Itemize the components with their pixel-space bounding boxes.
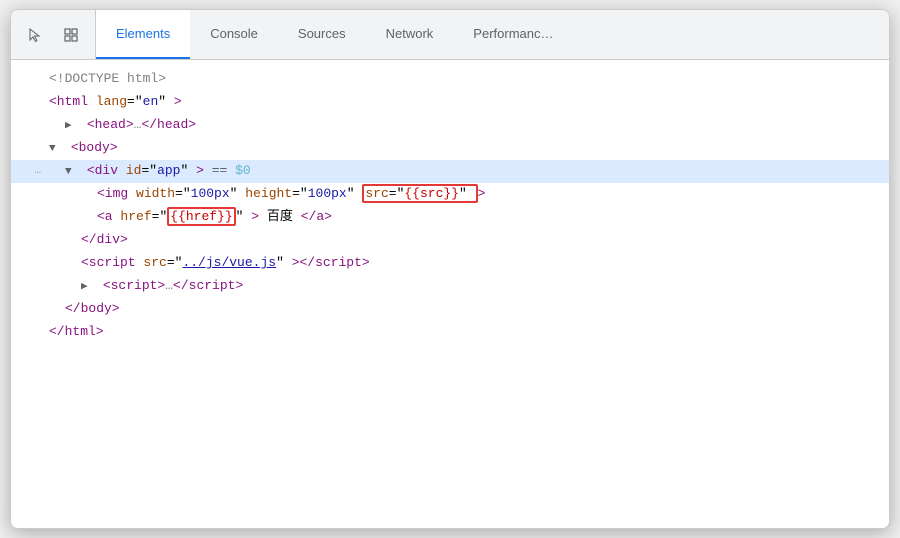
line-content: </div> xyxy=(49,229,881,251)
line-content: ▼ <div id="app" > == $0 xyxy=(49,160,881,182)
code-line: <!DOCTYPE html> xyxy=(11,68,889,91)
line-content: ▶ <head>…</head> xyxy=(49,114,881,136)
tab-performance[interactable]: Performanc… xyxy=(453,10,573,59)
inspect-icon-button[interactable] xyxy=(57,21,85,49)
tab-bar: Elements Console Sources Network Perform… xyxy=(11,10,889,60)
line-content: <img width="100px" height="100px" src="{… xyxy=(49,183,881,205)
line-content: <a href="{{href}}" > 百度 </a> xyxy=(49,206,881,228)
tab-sources[interactable]: Sources xyxy=(278,10,366,59)
line-gutter: … xyxy=(19,162,49,181)
code-line: <img width="100px" height="100px" src="{… xyxy=(11,183,889,206)
code-line: <script src="../js/vue.js" ></script> xyxy=(11,252,889,275)
line-content: </html> xyxy=(49,321,881,343)
devtools-window: Elements Console Sources Network Perform… xyxy=(10,9,890,529)
triangle-down-icon[interactable]: ▼ xyxy=(49,140,63,159)
code-line: ▶ <head>…</head> xyxy=(11,114,889,137)
tab-elements[interactable]: Elements xyxy=(96,10,190,59)
tag-div-open: <div xyxy=(87,163,118,178)
code-line: </html> xyxy=(11,321,889,344)
cursor-icon xyxy=(27,27,43,43)
tag-html-close-bracket: > xyxy=(174,94,182,109)
tag-head: <head> xyxy=(87,117,134,132)
tab-icons xyxy=(11,10,96,59)
line-content: ▶ <script>…</script> xyxy=(49,275,881,297)
tag-body-open: <body> xyxy=(71,140,118,155)
code-line: <a href="{{href}}" > 百度 </a> xyxy=(11,206,889,229)
tab-console[interactable]: Console xyxy=(190,10,278,59)
triangle-right-icon[interactable]: ▶ xyxy=(65,117,79,136)
line-content: <html lang="en" > xyxy=(49,91,881,113)
code-line: ▼ <body> xyxy=(11,137,889,160)
tab-network[interactable]: Network xyxy=(366,10,454,59)
cursor-icon-button[interactable] xyxy=(21,21,49,49)
line-content: <!DOCTYPE html> xyxy=(49,68,881,90)
inspect-icon xyxy=(63,27,79,43)
code-line: </body> xyxy=(11,298,889,321)
tag-html-open: <html xyxy=(49,94,88,109)
highlighted-code-line[interactable]: … ▼ <div id="app" > == $0 xyxy=(11,160,889,183)
line-content: <script src="../js/vue.js" ></script> xyxy=(49,252,881,274)
line-content: ▼ <body> xyxy=(49,137,881,159)
attr-lang: lang xyxy=(96,94,127,109)
line-content: </body> xyxy=(49,298,881,320)
code-line: ▶ <script>…</script> xyxy=(11,275,889,298)
code-area: <!DOCTYPE html> <html lang="en" > ▶ <hea… xyxy=(11,60,889,528)
code-line: </div> xyxy=(11,229,889,252)
red-outline-src: src="{{src}}" xyxy=(362,184,477,203)
doctype-text: <!DOCTYPE html> xyxy=(49,71,166,86)
triangle-down-icon[interactable]: ▼ xyxy=(65,163,79,182)
code-line: <html lang="en" > xyxy=(11,91,889,114)
red-outline-href: {{href}} xyxy=(167,207,235,226)
triangle-right-icon[interactable]: ▶ xyxy=(81,278,95,297)
